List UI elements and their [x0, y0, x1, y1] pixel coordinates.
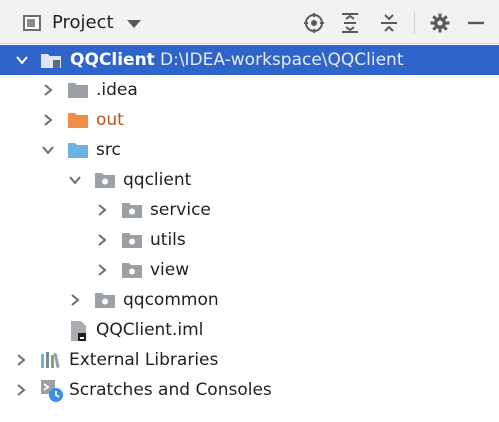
project-toolbar: Project [0, 0, 499, 44]
collapse-all-icon[interactable] [376, 10, 402, 36]
tree-row-iml[interactable]: QQClient.iml [0, 315, 499, 345]
tree-row-qqclient-root[interactable]: QQClient D:\IDEA-workspace\QQClient [0, 45, 499, 75]
tree-row-qqcommon[interactable]: qqcommon [0, 285, 499, 315]
scratches-icon [40, 379, 63, 402]
libraries-icon [40, 350, 60, 369]
scratches-label: Scratches and Consoles [69, 380, 272, 400]
package-icon [121, 261, 142, 279]
package-label: qqclient [123, 170, 192, 190]
project-root-name: QQClient [70, 50, 155, 70]
chevron-down-icon[interactable] [68, 173, 82, 187]
chevron-right-icon[interactable] [95, 263, 109, 277]
file-label: QQClient.iml [96, 320, 204, 340]
package-icon [121, 231, 142, 249]
chevron-right-icon[interactable] [14, 353, 28, 367]
chevron-right-icon[interactable] [14, 383, 28, 397]
minimize-icon[interactable] [463, 10, 489, 36]
folder-label: .idea [96, 80, 138, 100]
chevron-down-icon[interactable] [41, 143, 55, 157]
package-icon [121, 201, 142, 219]
tree-row-service[interactable]: service [0, 195, 499, 225]
tree-row-idea[interactable]: .idea [0, 75, 499, 105]
package-icon [94, 171, 115, 189]
folder-icon [67, 81, 88, 99]
tree-row-scratches[interactable]: Scratches and Consoles [0, 375, 499, 405]
chevron-right-icon[interactable] [68, 293, 82, 307]
project-view-selector[interactable]: Project [23, 12, 141, 33]
chevron-right-icon[interactable] [41, 113, 55, 127]
locate-icon[interactable] [301, 10, 327, 36]
module-folder-icon [40, 51, 61, 69]
package-label: service [150, 200, 211, 220]
module-file-icon [68, 320, 88, 341]
package-icon [94, 291, 115, 309]
toolbar-separator [414, 12, 415, 34]
folder-label: src [96, 140, 121, 160]
chevron-right-icon[interactable] [41, 83, 55, 97]
gear-icon[interactable] [427, 10, 453, 36]
package-label: utils [150, 230, 186, 250]
tree-row-out[interactable]: out [0, 105, 499, 135]
project-root-path: D:\IDEA-workspace\QQClient [160, 50, 404, 70]
chevron-down-icon[interactable] [126, 19, 141, 28]
expand-all-icon[interactable] [337, 10, 363, 36]
excluded-folder-icon [67, 111, 88, 129]
chevron-right-icon[interactable] [95, 203, 109, 217]
tree-row-view[interactable]: view [0, 255, 499, 285]
project-title: Project [52, 12, 114, 33]
tree-row-utils[interactable]: utils [0, 225, 499, 255]
package-label: qqcommon [123, 290, 219, 310]
tree-row-src[interactable]: src [0, 135, 499, 165]
external-libraries-label: External Libraries [69, 350, 219, 370]
tree-row-qqclient[interactable]: qqclient [0, 165, 499, 195]
tree-row-external-libraries[interactable]: External Libraries [0, 345, 499, 375]
panel-icon [23, 14, 41, 31]
chevron-down-icon[interactable] [15, 53, 29, 67]
source-folder-icon [67, 141, 88, 159]
chevron-right-icon[interactable] [95, 233, 109, 247]
folder-label: out [96, 110, 124, 130]
package-label: view [150, 260, 190, 280]
